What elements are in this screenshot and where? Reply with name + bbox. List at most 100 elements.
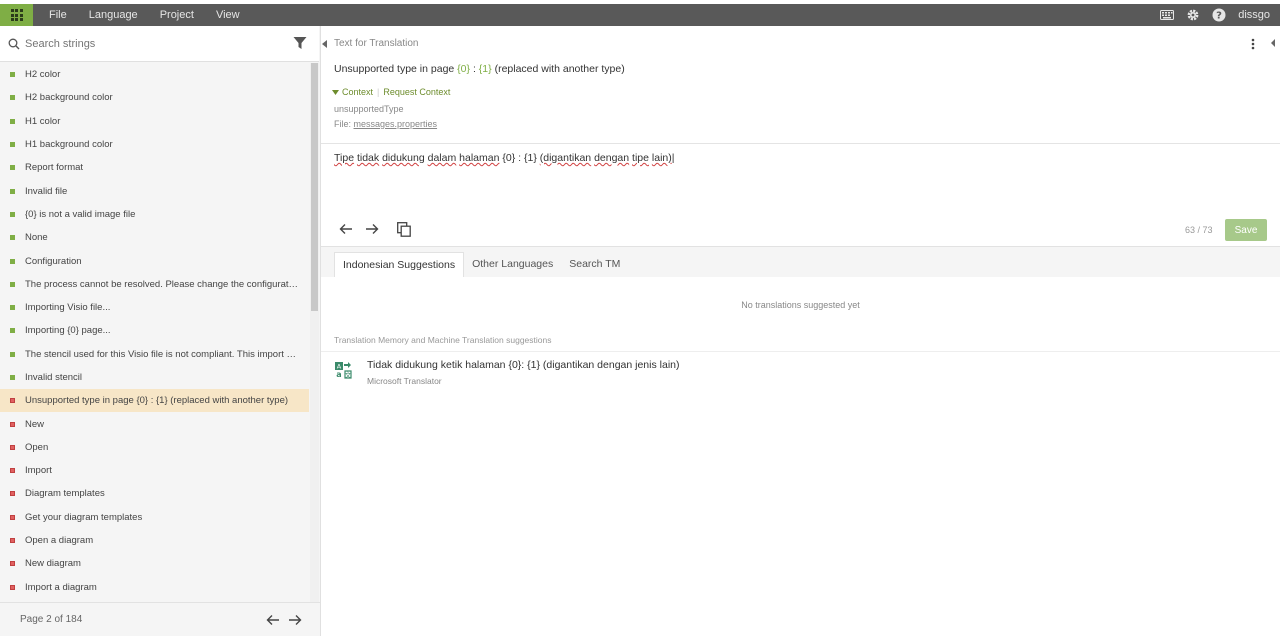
file-info: File: messages.properties <box>334 119 438 129</box>
app-grid-button[interactable] <box>0 4 33 26</box>
list-item[interactable]: Import a diagram <box>0 576 309 598</box>
menu-file[interactable]: File <box>41 4 75 26</box>
translated-status-icon <box>10 165 15 171</box>
translated-status-icon <box>10 281 15 287</box>
strings-sidebar: H2 color H2 background color H1 color H1 ba… <box>0 26 321 636</box>
list-item-label: H2 color <box>25 69 61 81</box>
suggestion-text: Tidak didukung ketik halaman {0}: {1} (d… <box>367 359 680 371</box>
menu-project[interactable]: Project <box>152 4 202 26</box>
suggestion-tabs: Indonesian Suggestions Other Languages S… <box>334 252 628 277</box>
list-item[interactable]: Open <box>0 436 309 459</box>
placeholder-token: {1} <box>478 63 492 75</box>
translated-status-icon <box>10 235 15 241</box>
untranslated-status-icon <box>10 421 15 427</box>
translated-status-icon <box>10 375 15 380</box>
search-bar <box>0 26 319 62</box>
user-name[interactable]: dissgo <box>1238 9 1270 21</box>
context-toggle[interactable]: Context <box>342 87 373 97</box>
list-item-label: Configuration <box>25 255 82 267</box>
list-item-label: New diagram <box>25 558 81 570</box>
main-menu: File Language Project View <box>41 4 254 26</box>
list-item[interactable]: H1 background color <box>0 133 309 156</box>
tm-suggestion[interactable]: A a 文 Tidak didukung ketik halaman {0}: … <box>334 359 680 386</box>
translation-input[interactable]: Tipe tidak didukung dalam halaman {0} : … <box>334 152 674 164</box>
list-item-label: Open a diagram <box>25 535 94 547</box>
context-row: Context | Request Context <box>332 87 450 97</box>
tab-search-tm[interactable]: Search TM <box>561 252 628 277</box>
list-item-label: Diagram templates <box>25 488 105 500</box>
file-link[interactable]: messages.properties <box>354 119 438 129</box>
request-context-link[interactable]: Request Context <box>383 87 450 97</box>
list-item[interactable]: Diagram templates <box>0 482 309 505</box>
list-item[interactable]: Report format <box>0 156 309 179</box>
search-icon <box>8 38 20 49</box>
source-text: Unsupported type in page {0} : {1} (repl… <box>334 63 625 75</box>
list-item[interactable]: Importing Visio file... <box>0 296 309 319</box>
copy-source-icon[interactable] <box>397 222 411 237</box>
list-item[interactable]: The stencil used for this Visio file is … <box>0 343 309 366</box>
list-item[interactable]: Open a diagram <box>0 529 309 552</box>
menu-language[interactable]: Language <box>81 4 146 26</box>
list-item-label: Get your diagram templates <box>25 511 143 523</box>
list-item[interactable]: The process cannot be resolved. Please c… <box>0 273 309 296</box>
untranslated-status-icon <box>10 444 15 450</box>
list-item[interactable]: Unsupported type in page {0} : {1} (repl… <box>0 389 309 413</box>
translated-status-icon <box>10 258 15 264</box>
list-item-label: H1 color <box>25 115 61 127</box>
untranslated-status-icon <box>10 491 15 497</box>
translated-status-icon <box>10 142 15 148</box>
prev-page-icon[interactable] <box>266 614 280 626</box>
list-item[interactable]: New diagram <box>0 552 309 575</box>
collapse-right-icon[interactable] <box>1271 39 1276 47</box>
next-icon[interactable] <box>365 223 379 235</box>
string-key: unsupportedType <box>334 104 404 114</box>
translated-status-icon <box>10 188 15 194</box>
list-item-label: Invalid file <box>25 185 68 197</box>
list-item[interactable]: H2 background color <box>0 86 309 109</box>
list-item[interactable]: Configuration <box>0 249 309 272</box>
suggestion-source: Microsoft Translator <box>367 376 442 386</box>
filter-icon[interactable] <box>293 36 307 53</box>
translated-status-icon <box>10 351 15 357</box>
untranslated-status-icon <box>10 468 15 474</box>
list-item-label: Importing {0} page... <box>25 325 111 337</box>
menu-view[interactable]: View <box>208 4 248 26</box>
translated-status-icon <box>10 118 15 124</box>
more-options-icon[interactable] <box>1251 38 1255 50</box>
translated-status-icon <box>10 95 15 101</box>
list-item[interactable]: New <box>0 412 309 435</box>
gear-icon[interactable] <box>1186 8 1200 22</box>
search-input[interactable] <box>25 37 265 50</box>
list-item-label: New <box>25 418 45 430</box>
list-item[interactable]: H1 color <box>0 110 309 133</box>
help-icon[interactable]: ? <box>1212 8 1226 22</box>
list-item[interactable]: Get your diagram templates <box>0 506 309 529</box>
list-item[interactable]: Import <box>0 459 309 482</box>
caret-down-icon <box>332 89 339 95</box>
next-page-icon[interactable] <box>288 614 302 626</box>
list-item[interactable]: Invalid file <box>0 179 309 202</box>
list-item[interactable]: None <box>0 226 309 249</box>
untranslated-status-icon <box>10 538 15 544</box>
save-button[interactable]: Save <box>1225 219 1267 241</box>
section-title: Text for Translation <box>334 38 419 49</box>
char-count: 63 / 73 <box>1185 225 1213 235</box>
scrollbar[interactable] <box>310 63 319 626</box>
tab-other-languages[interactable]: Other Languages <box>464 252 561 277</box>
list-item-label: Open <box>25 441 49 453</box>
translated-status-icon <box>10 305 15 311</box>
untranslated-status-icon <box>10 514 15 520</box>
previous-icon[interactable] <box>339 223 353 235</box>
list-item[interactable]: H2 color <box>0 63 309 86</box>
svg-text:文: 文 <box>345 370 352 379</box>
list-item[interactable]: {0} is not a valid image file <box>0 203 309 226</box>
string-list: H2 color H2 background color H1 color H1 ba… <box>0 63 309 598</box>
list-item[interactable]: Importing {0} page... <box>0 319 309 342</box>
keyboard-icon[interactable] <box>1160 8 1175 22</box>
machine-translation-icon: A a 文 <box>335 362 352 379</box>
list-item-label: {0} is not a valid image file <box>25 208 136 220</box>
tab-indonesian-suggestions[interactable]: Indonesian Suggestions <box>334 252 465 277</box>
list-item[interactable]: Invalid stencil <box>0 366 309 389</box>
list-item-label: Import <box>25 465 52 477</box>
untranslated-status-icon <box>10 398 15 404</box>
